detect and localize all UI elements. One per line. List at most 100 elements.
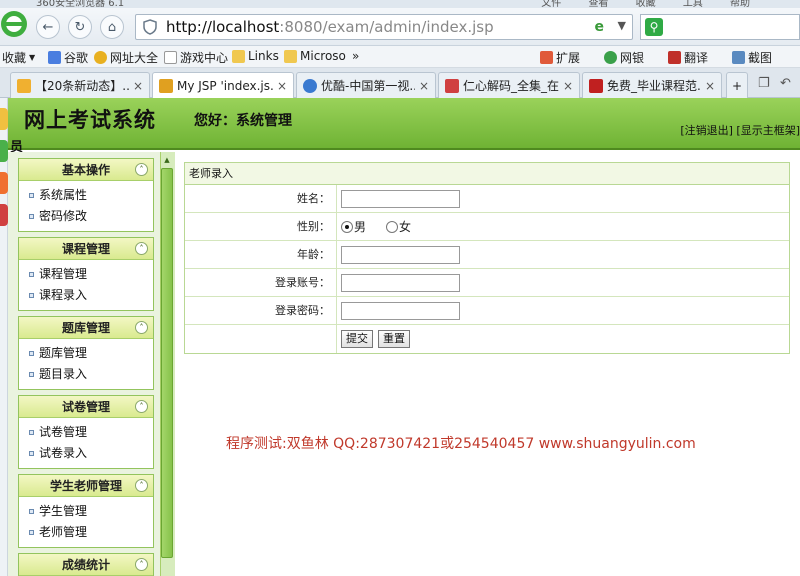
browser-menubar: 文件 查看 收藏 工具 帮助 [517, 0, 750, 8]
sidebar-weibo-icon[interactable] [0, 172, 8, 194]
fav-google[interactable]: 谷歌 [48, 49, 88, 66]
menu-tools[interactable]: 工具 [683, 0, 703, 8]
play-icon [303, 78, 317, 93]
back-arrow-icon: ← [42, 19, 54, 35]
name-input[interactable] [341, 189, 460, 208]
ext-bank[interactable]: 网银 [604, 49, 644, 66]
menu-group: 题库管理 ˄ 题库管理 题目录入 [18, 316, 154, 390]
compat-mode-icon[interactable]: e [595, 19, 605, 35]
menu-group-header[interactable]: 学生老师管理 ˄ [19, 475, 153, 497]
show-frame-link[interactable]: [显示主框架] [736, 124, 800, 137]
fav-links[interactable]: Links [232, 49, 279, 63]
submit-button[interactable]: 提交 [341, 330, 373, 348]
collapse-icon[interactable]: ˄ [135, 479, 148, 492]
password-input[interactable] [341, 301, 460, 320]
menu-group-title: 成绩统计 [61, 558, 110, 572]
site-header: 网上考试系统 您好：系统管理 员 [注销退出] [显示主框架] [8, 98, 800, 155]
collapse-icon[interactable]: ˄ [135, 558, 148, 571]
sidebar-chat-icon[interactable] [0, 140, 8, 162]
menu-group-header[interactable]: 课程管理 ˄ [19, 238, 153, 260]
sidebar-app-icon[interactable] [0, 204, 8, 226]
sidebar-item[interactable]: 学生管理 [19, 501, 153, 522]
scroll-up-icon[interactable]: ▲ [161, 154, 173, 166]
close-icon[interactable]: × [419, 79, 429, 93]
menu-group-title: 试卷管理 [61, 400, 110, 414]
account-input[interactable] [341, 273, 460, 292]
home-button[interactable]: ⌂ [100, 15, 124, 39]
fav-sites[interactable]: 网址大全 [94, 49, 158, 66]
menu-view[interactable]: 查看 [588, 0, 608, 8]
sidebar-favorites-icon[interactable] [0, 108, 8, 130]
sidebar-item[interactable]: 课程管理 [19, 264, 153, 285]
form-row-account: 登录账号： [185, 269, 789, 297]
tab-youku[interactable]: 优酷-中国第一视... × [296, 72, 436, 98]
tab-my-jsp[interactable]: My JSP 'index.js... × [152, 72, 294, 99]
course-site-icon [589, 78, 603, 93]
chevron-down-icon[interactable]: ▼ [618, 19, 626, 32]
menu-group: 试卷管理 ˄ 试卷管理 试卷录入 [18, 395, 154, 469]
collapse-icon[interactable]: ˄ [135, 400, 148, 413]
sidebar-item[interactable]: 题库管理 [19, 343, 153, 364]
menu-group-header[interactable]: 试卷管理 ˄ [19, 396, 153, 418]
menu-group-title: 课程管理 [61, 242, 110, 256]
ext-extensions[interactable]: 扩展 [540, 49, 580, 66]
refresh-button[interactable]: ↻ [68, 15, 92, 39]
menu-favorites[interactable]: 收藏 [636, 0, 656, 8]
bullet-icon [29, 430, 34, 435]
undo-icon[interactable]: ↶ [780, 76, 791, 91]
menu-group-header[interactable]: 基本操作 ˄ [19, 159, 153, 181]
sidebar-item[interactable]: 课程录入 [19, 285, 153, 306]
fav-microsoft[interactable]: Microso [284, 49, 346, 63]
back-button[interactable]: ← [36, 15, 60, 39]
close-icon[interactable]: × [277, 79, 287, 93]
tab-sohu[interactable]: 仁心解码_全集_在... × [438, 72, 580, 98]
fav-games[interactable]: 游戏中心 [164, 49, 228, 66]
gender-male-label: 男 [354, 220, 367, 234]
age-input[interactable] [341, 245, 460, 264]
collapse-icon[interactable]: ˄ [135, 163, 148, 176]
logout-link[interactable]: [注销退出] [680, 124, 733, 137]
restore-tabs-icon[interactable]: ❐ [758, 76, 770, 91]
close-icon[interactable]: × [705, 79, 715, 93]
form-row-age: 年龄： [185, 241, 789, 269]
shield-icon [143, 19, 157, 35]
address-bar[interactable]: http://localhost:8080/exam/admin/index.j… [135, 14, 633, 40]
gender-male-radio[interactable] [341, 220, 353, 233]
sites-icon [94, 51, 107, 64]
folder-icon [232, 49, 245, 63]
ext-translate[interactable]: 翻译 [668, 49, 708, 66]
favorites-menu[interactable]: 收藏 ▼ [2, 49, 35, 66]
sidebar-item[interactable]: 题目录入 [19, 364, 153, 385]
favorites-more[interactable]: » [352, 49, 359, 63]
sidebar-item[interactable]: 密码修改 [19, 206, 153, 227]
collapse-icon[interactable]: ˄ [135, 242, 148, 255]
form-row-actions: 提交 重置 [185, 325, 789, 353]
sidebar-item-label: 学生管理 [39, 504, 88, 518]
search-box[interactable]: ⚲ [640, 14, 800, 40]
menu-help[interactable]: 帮助 [730, 0, 750, 8]
menu-group-header[interactable]: 题库管理 ˄ [19, 317, 153, 339]
sidebar-item[interactable]: 试卷录入 [19, 443, 153, 464]
new-tab-button[interactable]: + [726, 72, 748, 98]
sidebar-item[interactable]: 系统属性 [19, 185, 153, 206]
sidebar-menu: 基本操作 ˄ 系统属性 密码修改 课程管理 ˄ 课程管理 课程录入 题库管理 ˄ 题库管理 题目录入试… [18, 158, 154, 576]
menu-group-header[interactable]: 成绩统计 ˄ [19, 554, 153, 576]
ext-screenshot[interactable]: 截图 [732, 49, 772, 66]
scrollbar-thumb[interactable] [161, 168, 173, 558]
close-icon[interactable]: × [563, 79, 573, 93]
collapse-icon[interactable]: ˄ [135, 321, 148, 334]
gender-female-radio[interactable] [386, 220, 399, 233]
sidebar-item[interactable]: 试卷管理 [19, 422, 153, 443]
menu-file[interactable]: 文件 [541, 0, 561, 8]
bank-icon [604, 51, 617, 64]
reset-button[interactable]: 重置 [378, 330, 410, 348]
tab-course[interactable]: 免费_毕业课程范... × [582, 72, 722, 98]
bullet-icon [29, 530, 34, 535]
tab-news[interactable]: 【20条新动态】... × [10, 72, 150, 98]
sidebar-item[interactable]: 老师管理 [19, 522, 153, 543]
menu-group-title: 学生老师管理 [49, 479, 122, 493]
address-url[interactable]: http://localhost:8080/exam/admin/index.j… [166, 18, 494, 36]
name-label: 姓名： [185, 185, 337, 212]
close-icon[interactable]: × [133, 79, 143, 93]
bullet-icon [29, 372, 34, 377]
